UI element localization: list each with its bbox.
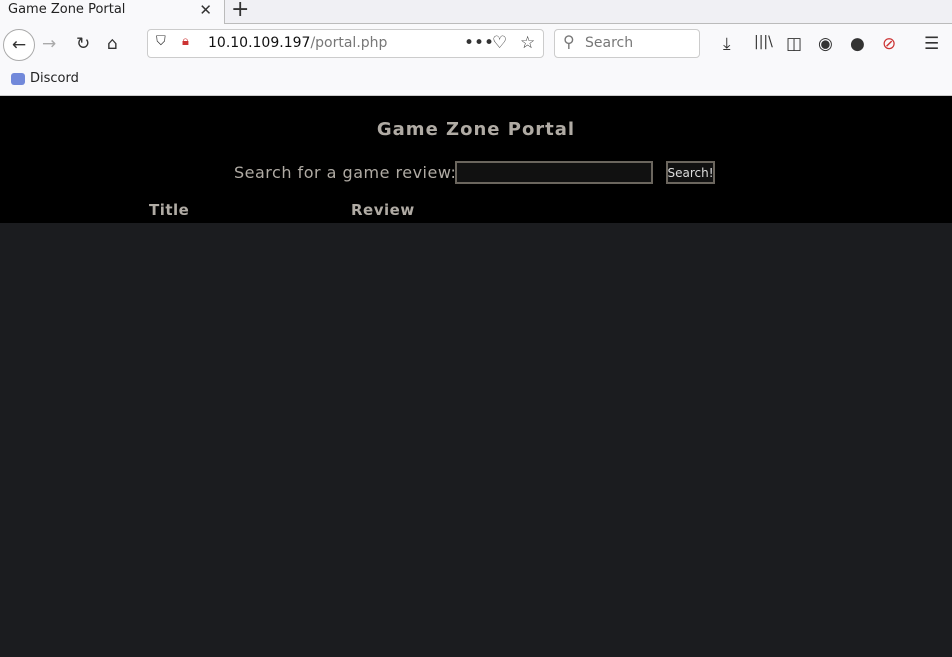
home-button[interactable]: ⌂: [107, 34, 118, 54]
bookmarks-bar: Discord: [0, 66, 952, 96]
extension-blocked-icon[interactable]: ⊘: [882, 34, 896, 54]
new-tab-button[interactable]: +: [231, 0, 249, 22]
discord-icon: [11, 72, 25, 85]
search-input[interactable]: ⚲ Search: [554, 29, 700, 58]
page-title: Game Zone Portal: [376, 119, 576, 140]
menu-icon[interactable]: ☰: [924, 34, 939, 54]
shield-icon[interactable]: ⛉: [156, 34, 166, 49]
downloads-icon[interactable]: ⤓: [723, 34, 731, 54]
insecure-lock-icon[interactable]: 🔒︎: [182, 34, 189, 49]
column-review: Review: [351, 201, 415, 219]
close-tab-icon[interactable]: ✕: [199, 1, 212, 19]
reload-button[interactable]: ↻: [76, 34, 90, 54]
pocket-icon[interactable]: ♡: [492, 33, 507, 53]
forward-button[interactable]: →: [42, 34, 56, 54]
search-placeholder: Search: [585, 35, 634, 51]
extension-spy-icon[interactable]: ●: [850, 34, 865, 54]
url-path: /portal.php: [310, 35, 388, 51]
back-button[interactable]: ←: [3, 29, 35, 61]
bookmark-discord[interactable]: Discord: [11, 71, 79, 86]
search-button[interactable]: Search!: [666, 161, 715, 184]
search-label: Search for a game review:: [234, 163, 457, 182]
url-bar[interactable]: ⛉ 🔒︎ 10.10.109.197/portal.php ••• ♡ ☆: [147, 29, 544, 58]
tab-active[interactable]: Game Zone Portal ✕: [0, 0, 225, 24]
tab-bar: Game Zone Portal ✕ +: [0, 0, 952, 24]
account-icon[interactable]: ◉: [818, 34, 833, 54]
search-icon: ⚲: [563, 32, 575, 51]
column-title: Title: [149, 201, 190, 219]
bookmark-star-icon[interactable]: ☆: [520, 33, 535, 53]
bookmark-label: Discord: [30, 71, 79, 86]
tab-title: Game Zone Portal: [8, 2, 126, 17]
review-search-input[interactable]: [455, 161, 653, 184]
more-actions-icon[interactable]: •••: [464, 33, 494, 53]
sidebar-icon[interactable]: ◫: [786, 34, 802, 54]
page-header: Game Zone Portal Search for a game revie…: [0, 96, 952, 223]
nav-bar: ← → ↻ ⌂ ⛉ 🔒︎ 10.10.109.197/portal.php ••…: [0, 24, 952, 66]
url-host: 10.10.109.197: [208, 35, 311, 51]
library-icon[interactable]: |||\: [754, 34, 773, 50]
